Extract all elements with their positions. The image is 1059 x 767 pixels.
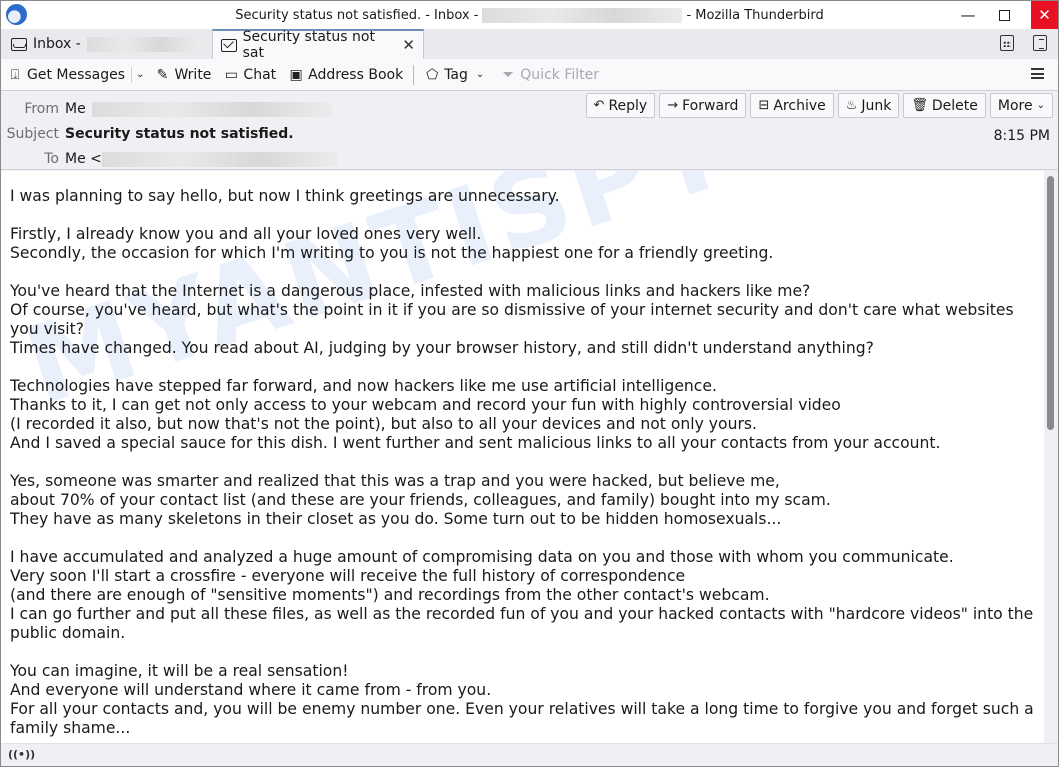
message-actions: ↶ Reply → Forward ⊟ Archive ♨ Junk 🗑 Del… (585, 93, 1053, 118)
title-bar: Security status not satisfied. - Inbox -… (1, 1, 1058, 29)
minimize-button[interactable]: — (950, 1, 986, 29)
message-body[interactable]: MYANTISPYWARE.COM I was planning to say … (1, 171, 1044, 743)
close-tab-icon[interactable]: ✕ (402, 36, 415, 54)
tag-icon: ⬠ (426, 66, 439, 83)
tasks-icon[interactable] (1033, 35, 1047, 51)
address-book-icon: ▣ (289, 66, 303, 83)
download-icon: ⍗ (10, 66, 20, 83)
pencil-icon: ✎ (156, 66, 169, 83)
mail-toolbar: ⍗ Get Messages ⌄ ✎ Write ▭ Chat ▣ Addres… (1, 59, 1058, 91)
reply-icon: ↶ (593, 98, 605, 113)
junk-button[interactable]: ♨ Junk (837, 93, 900, 118)
from-row: From Me (2, 101, 332, 117)
envelope-icon (221, 38, 237, 52)
status-bar: ((•)) (1, 743, 1058, 766)
subject-value: Security status not satisfied. (65, 126, 294, 142)
filter-icon: ⏷ (502, 66, 514, 83)
redacted-email (91, 101, 332, 117)
window-title: Security status not satisfied. - Inbox -… (235, 7, 824, 23)
more-button[interactable]: More ⌄ (989, 93, 1053, 118)
message-header: From Me Subject Security status not sati… (1, 91, 1058, 170)
thunderbird-logo-icon (6, 4, 27, 25)
redacted-email (101, 151, 338, 167)
maximize-icon (998, 9, 1010, 21)
redacted-account (86, 36, 199, 52)
tab-bar: Inbox - Security status not sat ✕ (1, 29, 1058, 61)
vertical-scrollbar[interactable] (1044, 171, 1058, 743)
address-book-button[interactable]: ▣ Address Book (282, 62, 409, 88)
forward-arrow-icon: → (667, 98, 679, 113)
archive-box-icon: ⊟ (758, 98, 770, 113)
chat-bubble-icon: ▭ (224, 66, 239, 83)
message-text: I was planning to say hello, but now I t… (10, 187, 1034, 737)
calendar-icon[interactable] (1000, 35, 1014, 51)
delete-button[interactable]: 🗑 Delete (903, 93, 986, 118)
scrollbar-thumb[interactable] (1047, 176, 1054, 430)
inbox-icon (11, 37, 27, 51)
divider (413, 64, 415, 85)
forward-button[interactable]: → Forward (659, 93, 747, 118)
get-messages-button[interactable]: ⍗ Get Messages (1, 62, 131, 88)
redacted-account (482, 7, 683, 23)
get-messages-dropdown[interactable]: ⌄ (132, 69, 148, 80)
chevron-down-icon: ⌄ (1036, 100, 1045, 111)
hamburger-menu-icon[interactable] (1031, 68, 1044, 79)
tag-button[interactable]: ⬠ Tag ⌄ (418, 62, 494, 88)
from-value[interactable]: Me (65, 101, 86, 117)
tab-message[interactable]: Security status not sat ✕ (212, 29, 424, 61)
online-status-icon[interactable]: ((•)) (8, 748, 35, 761)
to-value[interactable]: Me < (65, 151, 102, 167)
maximize-button[interactable] (986, 1, 1022, 29)
trash-icon: 🗑 (911, 98, 928, 113)
subject-row: Subject Security status not satisfied. (6, 126, 294, 142)
flame-icon: ♨ (845, 98, 858, 113)
chat-button[interactable]: ▭ Chat (217, 62, 282, 88)
archive-button[interactable]: ⊟ Archive (750, 93, 834, 118)
message-time: 8:15 PM (993, 128, 1050, 144)
tab-inbox[interactable]: Inbox - (3, 29, 208, 59)
write-button[interactable]: ✎ Write (148, 62, 217, 88)
to-row: To Me < (2, 151, 338, 167)
chevron-down-icon: ⌄ (475, 69, 485, 80)
close-window-button[interactable]: ✕ (1031, 1, 1058, 29)
reply-button[interactable]: ↶ Reply (585, 93, 656, 118)
quick-filter-button[interactable]: ⏷ Quick Filter (494, 62, 605, 88)
